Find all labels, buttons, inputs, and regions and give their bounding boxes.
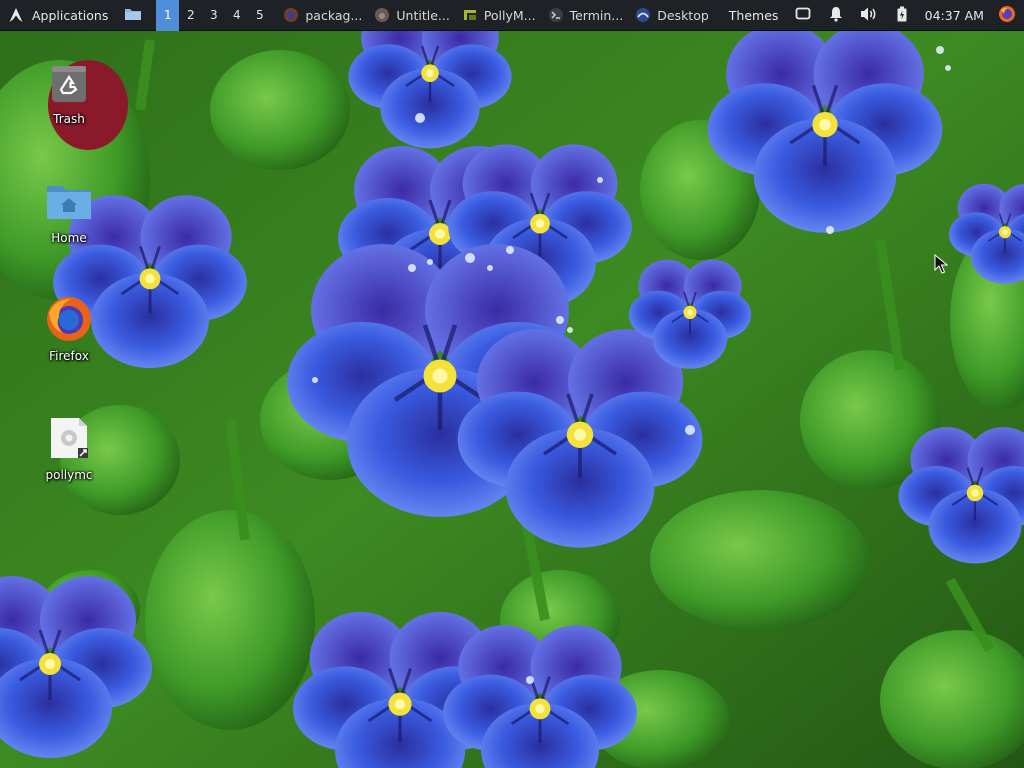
window-switch-button[interactable] [786, 0, 819, 31]
desktop-icon [635, 7, 651, 23]
pollymc-launcher-icon [45, 414, 93, 462]
desktop-icon-label: Trash [53, 112, 85, 126]
firefox-icon [998, 5, 1016, 26]
task-label: Termin... [569, 7, 624, 23]
battery-button[interactable] [886, 0, 919, 31]
display-icon [795, 7, 811, 24]
speaker-icon [860, 6, 878, 25]
workspace-1[interactable]: 1 [156, 0, 180, 31]
desktop-icon-label: Home [51, 231, 87, 245]
desktop-icon-firefox[interactable]: Firefox [24, 295, 114, 363]
pollymc-icon [462, 7, 478, 23]
task-gimp[interactable]: Untitle... [368, 0, 455, 31]
terminal-icon [548, 7, 564, 23]
workspace-5[interactable]: 5 [248, 0, 271, 31]
trash-icon [45, 58, 93, 106]
workspace-4[interactable]: 4 [225, 0, 248, 31]
panel-clock[interactable]: 04:37 AM [919, 0, 992, 31]
task-label: packag... [305, 7, 363, 23]
task-firefox[interactable]: packag... [277, 0, 368, 31]
task-pollymc[interactable]: PollyM... [456, 0, 542, 31]
task-label: Desktop [657, 7, 709, 23]
applications-menu-button[interactable]: Applications [0, 0, 116, 31]
firefox-launcher-button[interactable] [992, 0, 1024, 31]
workspace-2[interactable]: 2 [179, 0, 202, 31]
folder-icon [124, 6, 142, 24]
task-label: Untitle... [396, 7, 450, 23]
bell-icon [829, 6, 843, 25]
desktop-icon-trash[interactable]: Trash [24, 58, 114, 126]
applications-label: Applications [32, 7, 109, 23]
home-folder-icon [45, 177, 93, 225]
firefox-icon [283, 7, 299, 23]
desktop-icon-label: pollymc [45, 468, 93, 482]
task-desktop[interactable]: Desktop [629, 0, 715, 31]
themes-button[interactable]: Themes [715, 0, 787, 31]
desktop-icon-home[interactable]: Home [24, 177, 114, 245]
top-panel: Applications 1 2 3 4 5 packag... Untitle… [0, 0, 1024, 31]
mouse-pointer-icon [934, 254, 948, 274]
desktop-icon-label: Firefox [49, 349, 89, 363]
task-label: PollyM... [483, 7, 536, 23]
places-folder-button[interactable] [116, 0, 150, 31]
desktop-icon-pollymc[interactable]: pollymc [24, 414, 114, 482]
gimp-icon [374, 7, 390, 23]
workspace-switcher: 1 2 3 4 5 [156, 0, 271, 31]
workspace-3[interactable]: 3 [202, 0, 225, 31]
window-tasklist: packag... Untitle... PollyM... Termin...… [277, 0, 714, 31]
desktop-wallpaper [0, 0, 1024, 768]
volume-button[interactable] [853, 0, 886, 31]
firefox-icon [45, 295, 93, 343]
notifications-button[interactable] [819, 0, 852, 31]
battery-charging-icon [897, 6, 907, 25]
arch-logo-icon [8, 7, 24, 23]
task-terminal[interactable]: Termin... [542, 0, 630, 31]
